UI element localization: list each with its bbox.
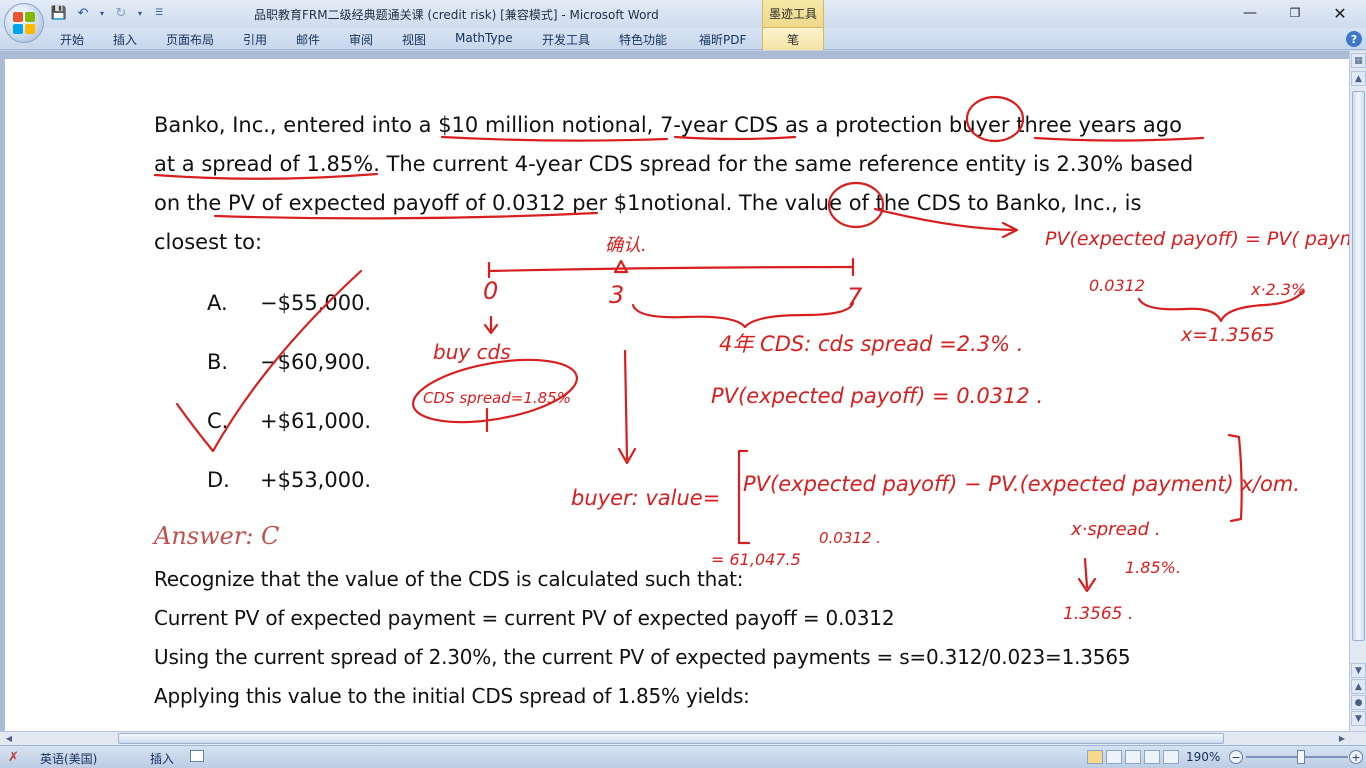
language-indicator[interactable]: 英语(美国) bbox=[40, 750, 97, 767]
horizontal-scrollbar[interactable]: ◀ ▶ bbox=[0, 731, 1366, 745]
quick-access-toolbar: 💾 ↶ ▾ ↻ ▾ ☰ bbox=[50, 4, 168, 22]
outline-view-icon[interactable] bbox=[1144, 750, 1160, 764]
document-area: Banko, Inc., entered into a $10 million … bbox=[0, 51, 1349, 731]
zoom-level[interactable]: 190% bbox=[1186, 750, 1220, 764]
svg-text:0.0312: 0.0312 bbox=[1089, 276, 1145, 295]
ruler-toggle-icon[interactable]: ▦ bbox=[1351, 53, 1366, 68]
solution-line: Current PV of expected payment = current… bbox=[154, 606, 895, 630]
question-line-2: at a spread of 1.85%. The current 4-year… bbox=[154, 152, 1194, 176]
solution-line: Applying this value to the initial CDS s… bbox=[154, 684, 750, 708]
scroll-right-icon[interactable]: ▶ bbox=[1335, 732, 1349, 745]
dropdown-icon[interactable]: ▾ bbox=[136, 4, 144, 22]
zoom-in-icon[interactable]: + bbox=[1349, 750, 1363, 764]
office-button[interactable] bbox=[4, 3, 44, 43]
svg-text:7: 7 bbox=[847, 283, 863, 311]
svg-text:0: 0 bbox=[483, 277, 498, 305]
svg-text:CDS spread=1.85%: CDS spread=1.85% bbox=[423, 389, 571, 407]
horizontal-scroll-thumb[interactable] bbox=[118, 733, 1224, 744]
vertical-scrollbar[interactable]: ▦ ▲ ▼ ▲ ● ▼ bbox=[1349, 51, 1366, 731]
title-bar: 💾 ↶ ▾ ↻ ▾ ☰ 品职教育FRM二级经典题通关课 (credit risk… bbox=[0, 0, 1366, 28]
save-icon[interactable]: 💾 bbox=[50, 4, 68, 22]
tab-insert[interactable]: 插入 bbox=[113, 31, 137, 48]
close-icon[interactable]: ✕ bbox=[1327, 2, 1353, 24]
svg-text:x·spread .: x·spread . bbox=[1070, 519, 1161, 540]
status-bar: ✗ 英语(美国) 插入 190% − + bbox=[0, 745, 1366, 768]
svg-text:x·2.3%: x·2.3% bbox=[1250, 280, 1306, 299]
full-screen-reading-view-icon[interactable] bbox=[1106, 750, 1122, 764]
option-letter: D. bbox=[207, 468, 230, 492]
svg-text:PV(expected payoff) − PV.(expe: PV(expected payoff) − PV.(expected payme… bbox=[743, 472, 1300, 496]
svg-text:1.3565 .: 1.3565 . bbox=[1063, 604, 1133, 624]
restore-icon[interactable]: ❐ bbox=[1282, 2, 1308, 24]
option-text: +$61,000. bbox=[260, 409, 372, 433]
svg-text:x=1.3565: x=1.3565 bbox=[1180, 324, 1275, 346]
svg-text:4年 CDS: cds spread =2.3% .: 4年 CDS: cds spread =2.3% . bbox=[719, 332, 1023, 356]
tab-mailings[interactable]: 邮件 bbox=[296, 31, 320, 48]
svg-text:buy cds: buy cds bbox=[433, 340, 511, 364]
next-page-icon[interactable]: ▼ bbox=[1351, 711, 1366, 726]
web-layout-view-icon[interactable] bbox=[1125, 750, 1141, 764]
zoom-out-icon[interactable]: − bbox=[1229, 750, 1243, 764]
insert-mode-indicator[interactable]: 插入 bbox=[150, 750, 174, 767]
customize-toolbar-icon[interactable]: ☰ bbox=[150, 4, 168, 22]
svg-text:1.85%.: 1.85%. bbox=[1125, 558, 1181, 577]
svg-text:PV(expected payoff) = 0.0312 .: PV(expected payoff) = 0.0312 . bbox=[711, 384, 1043, 408]
option-text: +$53,000. bbox=[260, 468, 372, 492]
answer-label: Answer: C bbox=[154, 522, 280, 550]
tab-foxit-pdf[interactable]: 福昕PDF bbox=[699, 31, 746, 48]
browse-object-icon[interactable]: ● bbox=[1351, 695, 1366, 710]
undo-icon[interactable]: ↶ bbox=[74, 4, 92, 22]
solution-line: Using the current spread of 2.30%, the c… bbox=[154, 645, 1131, 669]
scroll-up-icon[interactable]: ▲ bbox=[1351, 71, 1366, 86]
tab-view[interactable]: 视图 bbox=[402, 31, 426, 48]
tab-page-layout[interactable]: 页面布局 bbox=[166, 31, 214, 48]
tab-developer[interactable]: 开发工具 bbox=[542, 31, 590, 48]
option-letter: B. bbox=[207, 350, 229, 374]
office-logo-icon bbox=[13, 12, 35, 34]
proofing-icon[interactable]: ✗ bbox=[8, 750, 19, 765]
redo-icon[interactable]: ↻ bbox=[112, 4, 130, 22]
dropdown-icon[interactable]: ▾ bbox=[98, 4, 106, 22]
window-title: 品职教育FRM二级经典题通关课 (credit risk) [兼容模式] - M… bbox=[254, 8, 659, 22]
zoom-slider-handle[interactable] bbox=[1297, 750, 1305, 764]
tab-references[interactable]: 引用 bbox=[243, 31, 267, 48]
option-text: −$55,000. bbox=[260, 291, 372, 315]
question-line-4: closest to: bbox=[154, 230, 263, 254]
svg-text:0.0312 .: 0.0312 . bbox=[819, 529, 881, 547]
previous-page-icon[interactable]: ▲ bbox=[1351, 679, 1366, 694]
vertical-scroll-thumb[interactable] bbox=[1352, 91, 1365, 641]
question-line-3: on the PV of expected payoff of 0.0312 p… bbox=[154, 191, 1142, 215]
ribbon-tabs: 开始 插入 页面布局 引用 邮件 审阅 视图 MathType 开发工具 特色功… bbox=[0, 28, 1366, 50]
svg-text:3: 3 bbox=[609, 281, 624, 309]
macro-record-icon[interactable] bbox=[190, 750, 204, 762]
print-layout-view-icon[interactable] bbox=[1087, 750, 1103, 764]
scroll-down-icon[interactable]: ▼ bbox=[1351, 663, 1366, 678]
draft-view-icon[interactable] bbox=[1163, 750, 1179, 764]
tab-pen[interactable]: 笔 bbox=[762, 28, 824, 50]
option-letter: A. bbox=[207, 291, 228, 315]
help-icon[interactable]: ? bbox=[1346, 31, 1362, 47]
document-page[interactable]: Banko, Inc., entered into a $10 million … bbox=[5, 59, 1349, 731]
tab-home[interactable]: 开始 bbox=[60, 31, 84, 48]
minimize-icon[interactable]: — bbox=[1237, 2, 1263, 24]
ink-tools-context-tab: 墨迹工具 bbox=[762, 0, 824, 28]
tab-special-features[interactable]: 特色功能 bbox=[619, 31, 667, 48]
solution-line: Recognize that the value of the CDS is c… bbox=[154, 567, 744, 591]
tab-review[interactable]: 审阅 bbox=[349, 31, 373, 48]
option-letter: C. bbox=[207, 409, 229, 433]
tab-mathtype[interactable]: MathType bbox=[455, 31, 513, 45]
question-line-1: Banko, Inc., entered into a $10 million … bbox=[154, 113, 1182, 137]
scroll-left-icon[interactable]: ◀ bbox=[2, 732, 16, 745]
option-text: −$60,900. bbox=[260, 350, 372, 374]
svg-text:buyer: value=: buyer: value= bbox=[571, 486, 720, 510]
